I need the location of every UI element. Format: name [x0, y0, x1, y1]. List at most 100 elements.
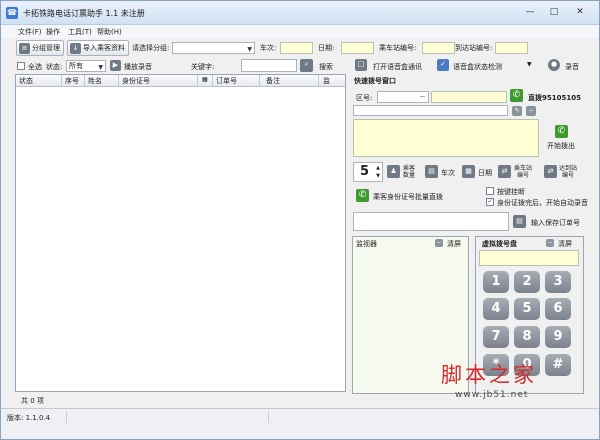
open-voice-comm-button[interactable]: 打开语音盒通讯: [373, 62, 422, 72]
dial-key-4[interactable]: 4: [483, 298, 509, 320]
dial-key-hash[interactable]: #: [545, 354, 571, 376]
calendar-icon[interactable]: ▦: [462, 165, 475, 178]
group-manage-label: 分组管理: [32, 44, 60, 52]
column-index[interactable]: 序号: [65, 76, 79, 86]
dial-key-7[interactable]: 7: [483, 326, 509, 348]
passenger-count-button[interactable]: 乘客 数量: [403, 165, 415, 179]
spin-arrows-icon[interactable]: ▲ ▼: [376, 164, 380, 180]
save-icon[interactable]: ▤: [513, 215, 526, 228]
from-station-input[interactable]: [422, 42, 455, 54]
direct-dial-button[interactable]: 直拨95105105: [528, 93, 581, 103]
passenger-table[interactable]: 状态 序号 姓名 身份证号 ▦ 订单号 备注 监: [15, 74, 346, 392]
clear-icon[interactable]: −: [546, 239, 554, 247]
dial-key-8[interactable]: 8: [514, 326, 540, 348]
dialpad-clear-button[interactable]: 清屏: [558, 239, 572, 249]
maximize-button[interactable]: □: [543, 5, 565, 21]
to-station-button[interactable]: 达到站 编号: [559, 165, 577, 179]
dial-key-1[interactable]: 1: [483, 271, 509, 293]
clear-icon[interactable]: −: [435, 239, 443, 247]
direct-dial-phone-icon[interactable]: ✆: [510, 89, 523, 102]
from-station-icon[interactable]: ⇄: [498, 165, 511, 178]
chevron-down-icon[interactable]: ▼: [527, 61, 532, 68]
phone-number-input[interactable]: [431, 91, 507, 103]
menu-file[interactable]: 文件(F): [18, 27, 42, 37]
to-station-input[interactable]: [495, 42, 528, 54]
dial-key-5[interactable]: 5: [514, 298, 540, 320]
delete-icon[interactable]: −: [526, 106, 536, 116]
play-recording-label[interactable]: 播放录音: [124, 62, 152, 72]
dial-extra-input[interactable]: [353, 105, 508, 116]
column-remark[interactable]: 备注: [266, 76, 280, 86]
column-divider: [61, 75, 62, 87]
passenger-icon[interactable]: ♟: [387, 165, 400, 178]
record-icon[interactable]: ●: [548, 59, 560, 71]
status-divider: [268, 411, 269, 423]
status-select[interactable]: 所有 ▼: [66, 60, 106, 72]
menu-help[interactable]: 帮助(H): [97, 27, 122, 37]
from-station-button[interactable]: 乘车站 编号: [514, 165, 532, 179]
column-id-number[interactable]: 身份证号: [122, 76, 150, 86]
from-station-label: 乘车站编号:: [379, 44, 417, 52]
auto-hangup-label: 按键挂断: [497, 188, 525, 196]
select-all-checkbox[interactable]: [17, 62, 25, 70]
dial-key-6[interactable]: 6: [545, 298, 571, 320]
list-status-bar: 共 0 项: [15, 393, 346, 407]
menu-bar: 文件(F) 操作 工具(T) 帮助(H): [1, 25, 599, 38]
column-status[interactable]: 状态: [19, 76, 33, 86]
column-divider: [318, 75, 319, 87]
batch-dial-icon[interactable]: ✆: [356, 189, 369, 202]
passenger-count-stepper[interactable]: 5 ▲ ▼: [353, 162, 383, 182]
column-divider: [197, 75, 198, 87]
train-input[interactable]: [280, 42, 313, 54]
search-button[interactable]: 搜索: [319, 62, 333, 72]
edit-icon[interactable]: ✎: [512, 106, 522, 116]
order-number-input[interactable]: [353, 212, 509, 231]
group-select[interactable]: ▼: [172, 42, 255, 54]
import-passengers-button[interactable]: ↓ 导入乘客资料: [67, 40, 129, 56]
auto-record-checkbox[interactable]: ✓: [486, 198, 494, 206]
menu-tools[interactable]: 工具(T): [68, 27, 92, 37]
keyword-input[interactable]: [241, 59, 297, 72]
to-station-icon[interactable]: ⇄: [544, 165, 557, 178]
date-button[interactable]: 日期: [478, 168, 492, 178]
watermark-url: www.jb51.net: [455, 390, 529, 400]
keyword-label: 关键字:: [191, 63, 215, 71]
menu-operate[interactable]: 操作: [46, 27, 60, 37]
group-icon: ≡: [19, 43, 30, 54]
passenger-count-value: 5: [360, 164, 370, 179]
dial-key-9[interactable]: 9: [545, 326, 571, 348]
dial-key-2[interactable]: 2: [514, 271, 540, 293]
train-icon[interactable]: ▤: [425, 165, 438, 178]
column-monitor[interactable]: 监: [323, 76, 330, 86]
save-order-button[interactable]: 输入保存订单号: [531, 218, 580, 228]
start-dial-icon[interactable]: ✆: [555, 125, 568, 138]
train-button[interactable]: 车次: [441, 168, 455, 178]
calendar-icon: ▦: [202, 76, 208, 83]
window-title: 卡拓铁路电话订票助手 1.1 未注册: [23, 9, 145, 18]
passenger-count-line2: 数量: [403, 172, 416, 179]
minimize-button[interactable]: —: [519, 5, 541, 21]
group-manage-button[interactable]: ≡ 分组管理: [16, 40, 64, 56]
voice-box-icon[interactable]: □: [355, 59, 367, 71]
item-count: 共 0 项: [21, 397, 44, 405]
voice-box-status-button[interactable]: 语音盒状态检测: [453, 62, 502, 72]
date-input[interactable]: [341, 42, 374, 54]
play-icon[interactable]: ▶: [110, 60, 121, 71]
dialpad-title: 虚拟拨号盘: [482, 240, 517, 248]
record-button[interactable]: 录音: [565, 62, 579, 72]
status-check-icon[interactable]: ✓: [437, 59, 449, 71]
dial-key-3[interactable]: 3: [545, 271, 571, 293]
area-code-label: 区号:: [356, 94, 373, 102]
auto-hangup-checkbox[interactable]: [486, 187, 494, 195]
quick-dial-title: 快速拨号窗口: [354, 77, 396, 85]
start-dial-button[interactable]: 开始拨出: [547, 141, 575, 151]
monitor-clear-button[interactable]: 清屏: [447, 239, 461, 249]
search-icon[interactable]: ⌕: [300, 59, 313, 72]
dial-sequence-textarea[interactable]: [353, 119, 539, 157]
column-order-number[interactable]: 订单号: [216, 76, 237, 86]
column-name[interactable]: 姓名: [88, 76, 102, 86]
batch-dial-id-button[interactable]: 乘客身份证号批量直拨: [373, 192, 443, 202]
app-window: ☎ 卡拓铁路电话订票助手 1.1 未注册 — □ ✕ 文件(F) 操作 工具(T…: [0, 0, 600, 440]
close-button[interactable]: ✕: [569, 5, 591, 21]
area-code-input[interactable]: --: [377, 91, 429, 103]
